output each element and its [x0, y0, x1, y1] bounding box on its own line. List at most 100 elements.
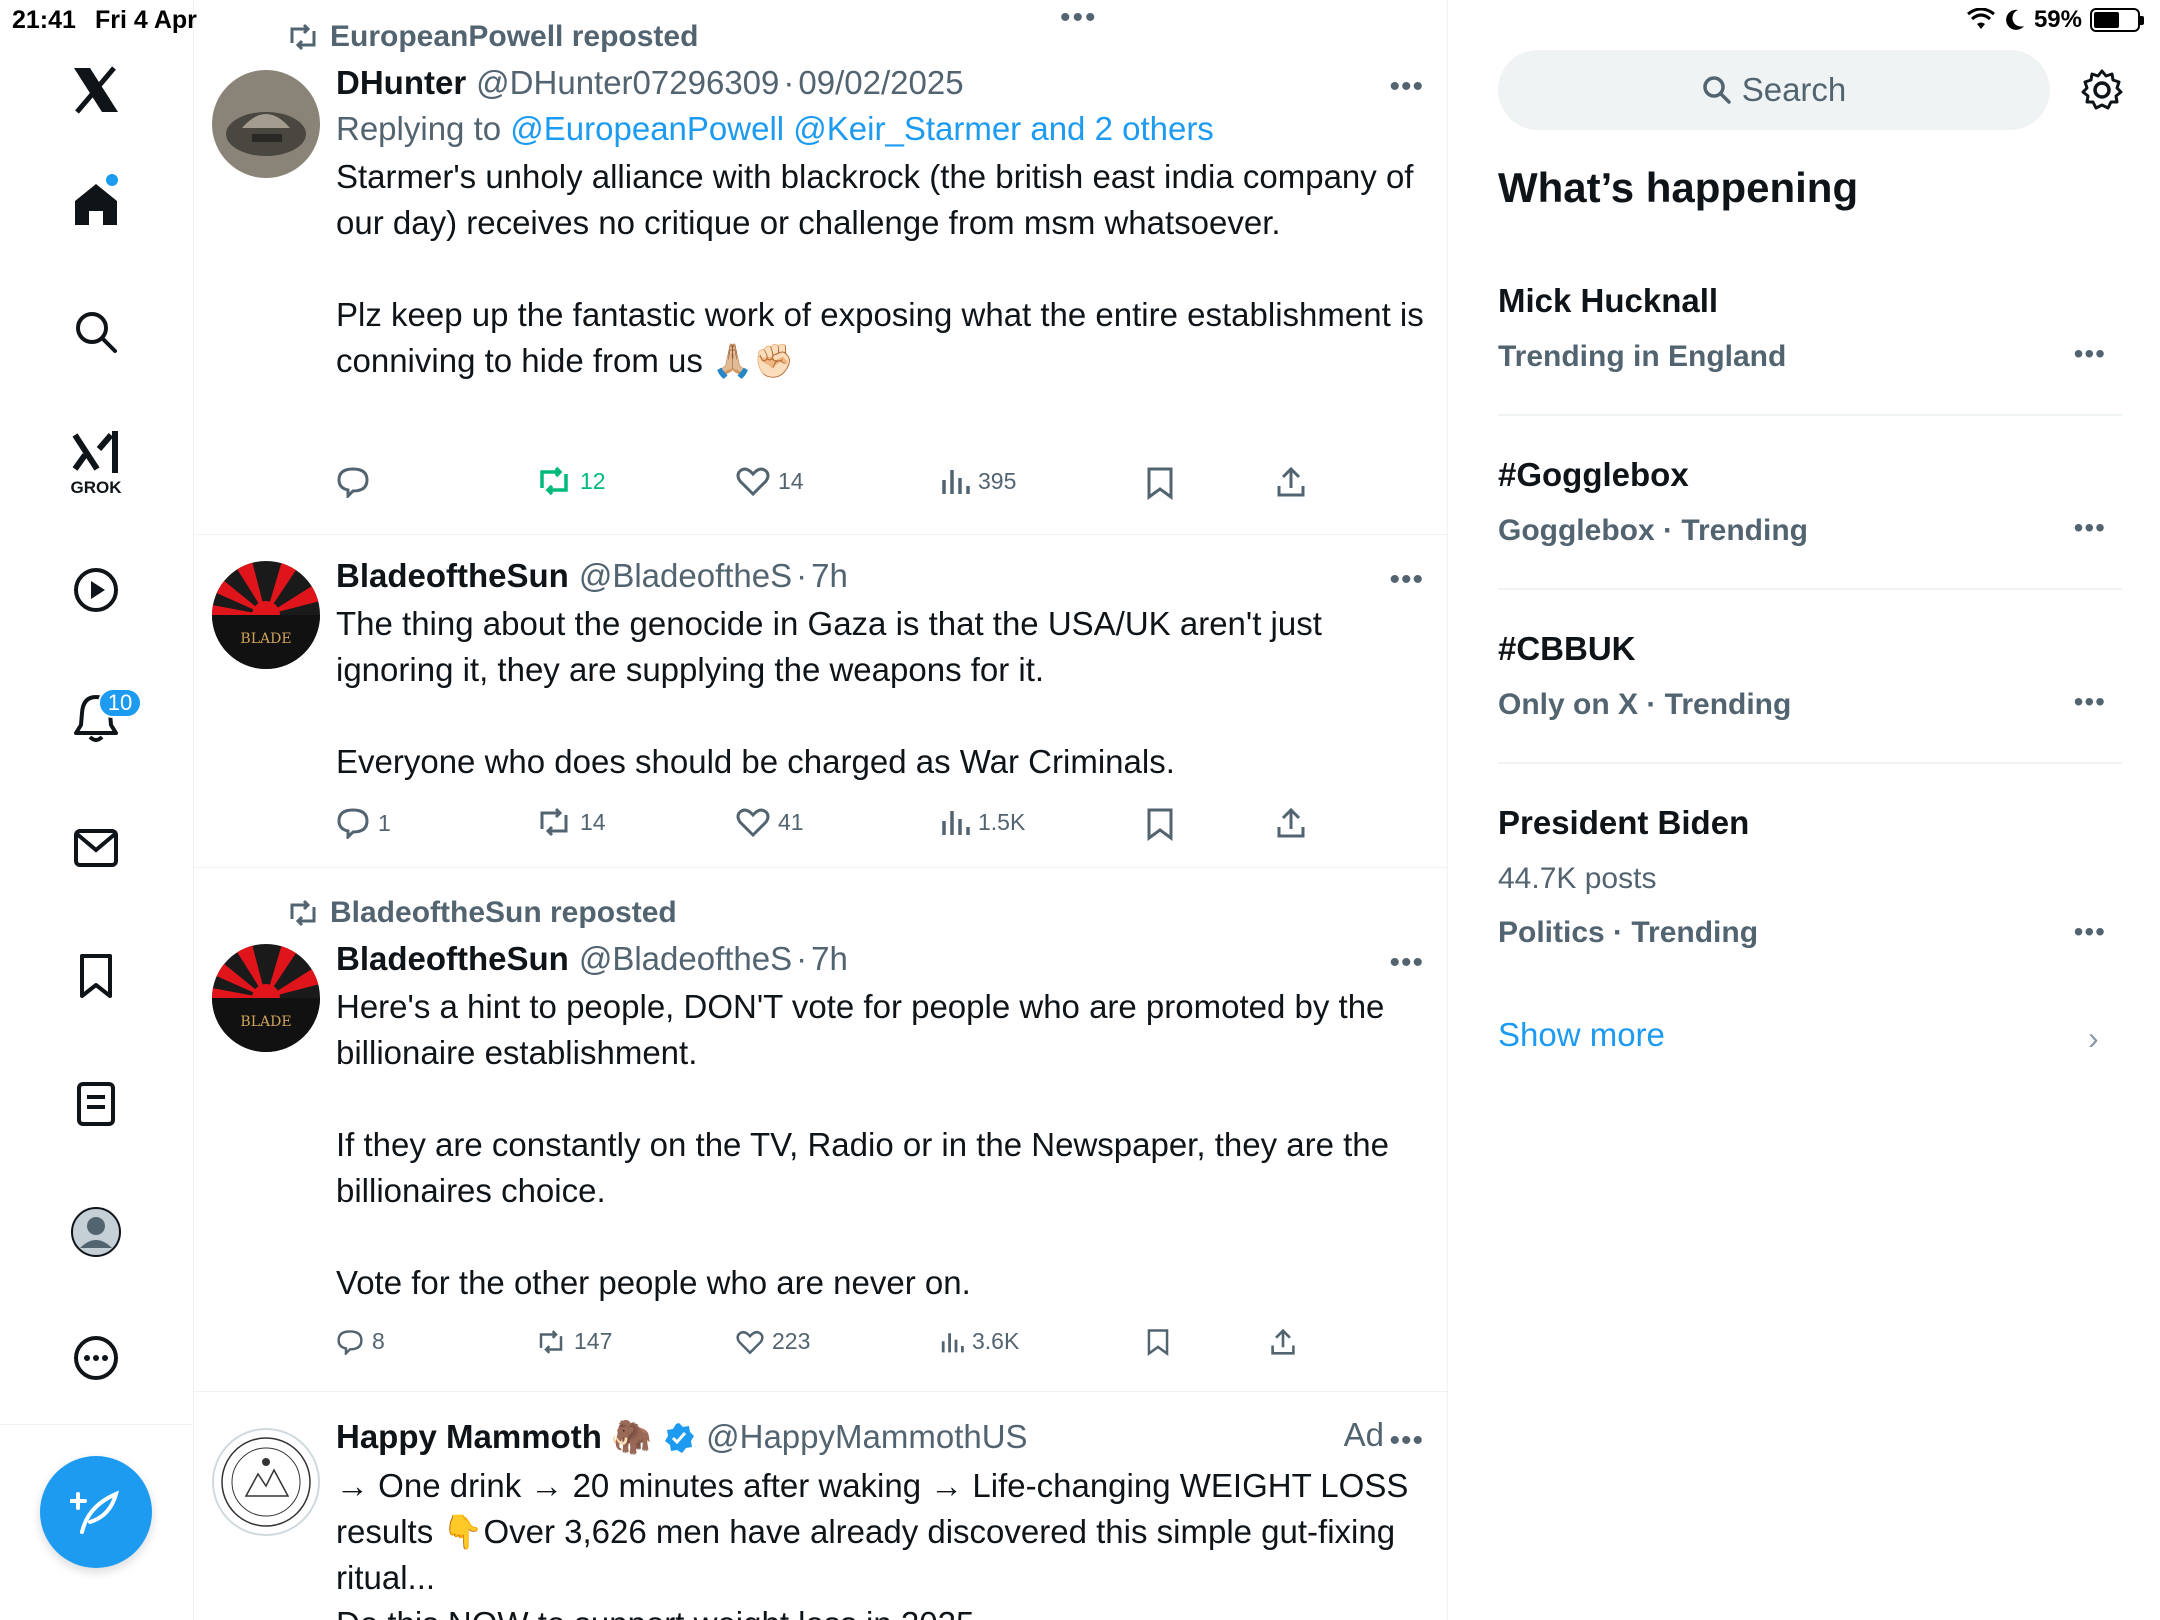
share-button[interactable]	[1270, 1328, 1296, 1356]
chevron-right-icon[interactable]: ›	[2088, 1020, 2099, 1057]
trend-meta: Trending in England	[1498, 340, 1787, 373]
bookmark-button[interactable]	[1146, 807, 1174, 841]
avatar[interactable]: BLADE	[212, 561, 320, 669]
views-chart-icon	[941, 1332, 964, 1352]
search-input[interactable]: Search	[1498, 50, 2050, 130]
trend-name: President Biden	[1498, 804, 1750, 841]
like-count: 41	[778, 808, 804, 835]
post[interactable]: BladeoftheSun reposted BLADE BladeoftheS…	[194, 868, 1447, 1392]
show-more-link[interactable]: Show more	[1498, 1016, 1665, 1054]
post[interactable]: BLADE BladeoftheSun @BladeoftheS · 7h Th…	[194, 535, 1447, 868]
share-icon	[1277, 466, 1305, 497]
post-text: The thing about the genocide in Gaza is …	[336, 605, 1322, 780]
repost-button[interactable]: 12	[536, 466, 606, 496]
repost-count: 12	[580, 467, 606, 494]
replying-to: Replying to @EuropeanPowell @Keir_Starme…	[336, 110, 1426, 148]
battery-icon	[2090, 8, 2144, 32]
views-button[interactable]: 395	[940, 466, 1016, 496]
ad-post[interactable]: Happy Mammoth 🦣 @HappyMammothUS → One dr…	[194, 1392, 1447, 1620]
wifi-icon	[1967, 8, 1995, 29]
search-nav-icon[interactable]	[48, 284, 144, 380]
like-button[interactable]: 41	[736, 807, 804, 837]
post-actions: 8 147 223 3.6K	[336, 1328, 1336, 1368]
trend-more-icon[interactable]: •••	[2074, 338, 2106, 370]
post-header: DHunter @DHunter07296309 · 09/02/2025	[336, 64, 964, 102]
author-handle[interactable]: @HappyMammothUS	[706, 1418, 1027, 1456]
views-button[interactable]: 1.5K	[940, 807, 1025, 837]
home-unread-dot	[106, 174, 118, 186]
trend-more-icon[interactable]: •••	[2074, 512, 2106, 544]
post-timestamp[interactable]: 7h	[811, 557, 848, 595]
avatar[interactable]	[212, 1428, 320, 1536]
post[interactable]: EuropeanPowell reposted DHunter @DHunter…	[194, 0, 1447, 535]
right-sidebar: Search What’s happening Mick Hucknall Tr…	[1448, 0, 2160, 1620]
bookmark-button[interactable]	[1146, 1328, 1170, 1356]
post-more-icon[interactable]: •••	[1389, 946, 1424, 980]
author-name[interactable]: BladeoftheSun	[336, 557, 569, 595]
trend-name: #Gogglebox	[1498, 456, 1689, 493]
search-placeholder: Search	[1741, 71, 1847, 108]
avatar[interactable]: BLADE	[212, 944, 320, 1052]
repost-by-label[interactable]: BladeoftheSun reposted	[330, 896, 677, 930]
home-icon[interactable]	[48, 156, 144, 252]
timeline-feed[interactable]: EuropeanPowell reposted DHunter @DHunter…	[194, 0, 1448, 1620]
trend-more-icon[interactable]: •••	[2074, 686, 2106, 718]
messages-envelope-icon[interactable]	[48, 800, 144, 896]
multitask-dots-icon[interactable]: •••	[1060, 3, 1098, 33]
lists-icon[interactable]	[48, 1056, 144, 1152]
heart-icon	[736, 467, 770, 496]
author-handle[interactable]: @DHunter07296309	[476, 64, 779, 102]
trend-item[interactable]: #Gogglebox Gogglebox · Trending •••	[1498, 456, 2122, 590]
left-nav: GROK 10	[0, 0, 194, 1620]
bookmarks-icon[interactable]	[48, 928, 144, 1024]
reply-button[interactable]: 8	[336, 1328, 385, 1355]
reply-count: 8	[372, 1328, 385, 1354]
replying-mentions[interactable]: @EuropeanPowell @Keir_Starmer and 2 othe…	[510, 110, 1214, 147]
post-timestamp[interactable]: 09/02/2025	[798, 64, 963, 102]
notifications-bell-icon[interactable]	[48, 670, 144, 766]
author-name[interactable]: Happy Mammoth 🦣	[336, 1418, 652, 1457]
profile-avatar-icon[interactable]	[48, 1184, 144, 1280]
replying-prefix: Replying to	[336, 110, 502, 147]
post-more-icon[interactable]: •••	[1389, 70, 1424, 104]
post-timestamp[interactable]: 7h	[811, 940, 848, 978]
more-options-icon[interactable]	[48, 1310, 144, 1406]
trend-item[interactable]: President Biden 44.7K posts Politics · T…	[1498, 804, 2122, 954]
reply-button[interactable]: 1	[336, 807, 391, 839]
avatar[interactable]	[212, 70, 320, 178]
status-date: Fri 4 Apr	[95, 6, 197, 34]
views-button[interactable]: 3.6K	[940, 1328, 1019, 1355]
trend-item[interactable]: Mick Hucknall Trending in England •••	[1498, 282, 2122, 416]
x-logo-icon[interactable]	[48, 42, 144, 138]
author-name[interactable]: DHunter	[336, 64, 466, 102]
like-button[interactable]: 14	[736, 466, 804, 496]
bookmark-icon	[1147, 808, 1173, 841]
views-chart-icon	[942, 811, 970, 835]
repost-indicator: BladeoftheSun reposted	[286, 896, 677, 930]
reply-button[interactable]	[336, 466, 378, 498]
trend-more-icon[interactable]: •••	[2074, 916, 2106, 948]
trend-name: Mick Hucknall	[1498, 282, 1719, 319]
post-more-icon[interactable]: •••	[1389, 1424, 1424, 1458]
like-count: 223	[772, 1328, 811, 1354]
author-name[interactable]: BladeoftheSun	[336, 940, 569, 978]
trend-item[interactable]: #CBBUK Only on X · Trending •••	[1498, 630, 2122, 764]
post-header: BladeoftheSun @BladeoftheS · 7h	[336, 557, 848, 595]
like-button[interactable]: 223	[736, 1328, 810, 1355]
battery-percent: 59%	[2033, 6, 2082, 33]
bookmark-icon	[1147, 1329, 1169, 1356]
share-button[interactable]	[1276, 466, 1306, 498]
repost-button[interactable]: 14	[536, 807, 606, 837]
author-handle[interactable]: @BladeoftheS	[579, 557, 792, 595]
video-icon[interactable]	[48, 542, 144, 638]
author-handle[interactable]: @BladeoftheS	[579, 940, 792, 978]
share-button[interactable]	[1276, 807, 1306, 839]
bookmark-button[interactable]	[1146, 466, 1174, 500]
settings-gear-icon[interactable]	[2080, 68, 2124, 117]
compose-post-button[interactable]	[40, 1456, 152, 1568]
section-title: What’s happening	[1498, 164, 1859, 211]
post-more-icon[interactable]: •••	[1389, 563, 1424, 597]
post-header: BladeoftheSun @BladeoftheS · 7h	[336, 940, 848, 978]
heart-icon	[736, 808, 770, 837]
repost-button[interactable]: 147	[536, 1328, 612, 1355]
